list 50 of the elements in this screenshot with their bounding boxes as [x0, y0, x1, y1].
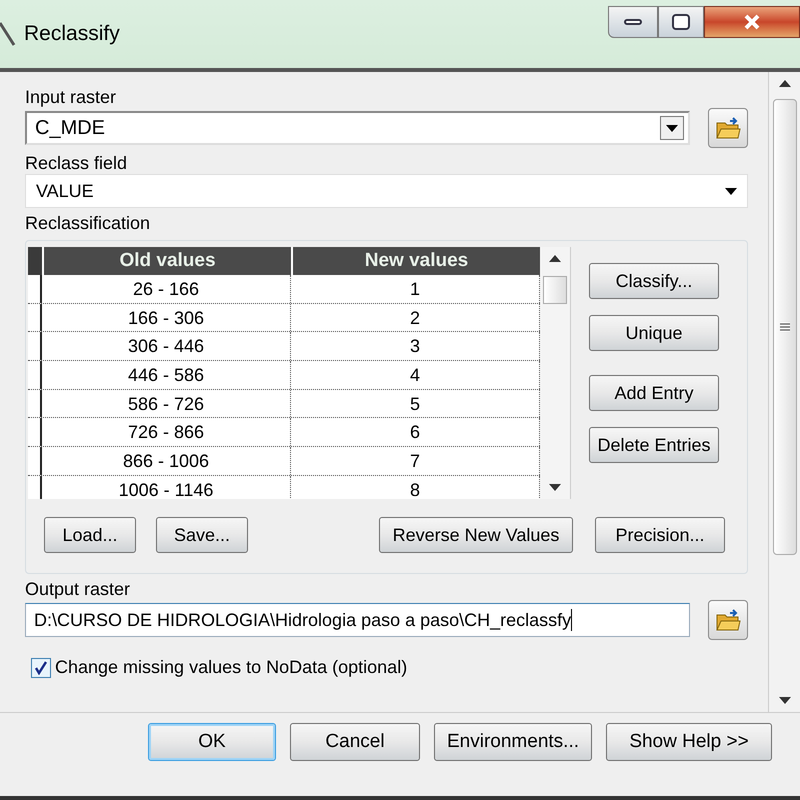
folder-icon: [715, 608, 741, 632]
maximize-button[interactable]: [658, 6, 704, 38]
folder-icon: [715, 116, 741, 140]
scroll-up-icon[interactable]: [778, 80, 790, 87]
field-label: Reclass field: [25, 152, 128, 174]
field-label: Input raster: [25, 86, 118, 108]
dialog-button[interactable]: Load...: [44, 517, 136, 553]
scroll-down-icon[interactable]: [778, 697, 790, 704]
dialog-button[interactable]: Environments...: [434, 723, 592, 761]
dialog-button[interactable]: Precision...: [595, 517, 725, 553]
dialog-button[interactable]: Cancel: [290, 723, 420, 761]
table-cell: 446 - 586: [42, 361, 291, 389]
checkbox[interactable]: [31, 658, 51, 678]
checkbox-label: Change missing values to NoData (optional): [55, 656, 408, 679]
dialog-button[interactable]: Unique: [589, 315, 719, 351]
minimize-button[interactable]: [608, 6, 658, 38]
reclass-field-dropdown[interactable]: VALUE: [25, 174, 748, 208]
scroll-thumb[interactable]: [543, 276, 567, 304]
table-cell: 26 - 166: [42, 275, 291, 303]
dropdown-arrow-icon: [666, 124, 678, 132]
dialog-button[interactable]: Classify...: [589, 263, 719, 299]
close-button[interactable]: [704, 6, 800, 38]
close-icon: [743, 14, 761, 30]
scroll-up-icon[interactable]: [549, 255, 561, 262]
dialog-button[interactable]: Save...: [156, 517, 248, 553]
dialog-button[interactable]: Delete Entries: [589, 427, 719, 463]
section-label: Reclassification: [25, 212, 152, 234]
table-cell: 306 - 446: [42, 332, 291, 360]
dialog-button[interactable]: Show Help >>: [606, 723, 772, 761]
scroll-thumb[interactable]: [772, 99, 796, 555]
window-title: Reclassify: [24, 21, 120, 48]
browse-button[interactable]: [708, 600, 748, 640]
dialog-button[interactable]: Add Entry: [589, 375, 719, 411]
output-raster-field[interactable]: D:\CURSO DE HIDROLOGIA\Hidrologia paso a paso\CH_reclassfy: [25, 603, 690, 637]
input-raster-dropdown[interactable]: C_MDE: [25, 111, 690, 145]
table-cell: 726 - 866: [42, 418, 291, 446]
table-cell: 166 - 306: [42, 304, 291, 332]
table-cell: 1006 - 1146: [42, 476, 291, 499]
table-scrollbar[interactable]: [540, 247, 570, 499]
dropdown-arrow-icon: [725, 188, 737, 194]
column-header[interactable]: Old values: [42, 247, 291, 275]
browse-button[interactable]: [708, 108, 748, 148]
dialog-button[interactable]: OK: [148, 723, 276, 761]
dialog-scrollbar[interactable]: [768, 72, 800, 712]
table-cell: 866 - 1006: [42, 447, 291, 475]
field-label: Output raster: [25, 578, 132, 600]
dialog-button[interactable]: Reverse New Values: [379, 517, 573, 553]
table-cell: 586 - 726: [42, 390, 291, 418]
grip-icon: [780, 322, 790, 332]
scroll-down-icon[interactable]: [549, 484, 561, 491]
